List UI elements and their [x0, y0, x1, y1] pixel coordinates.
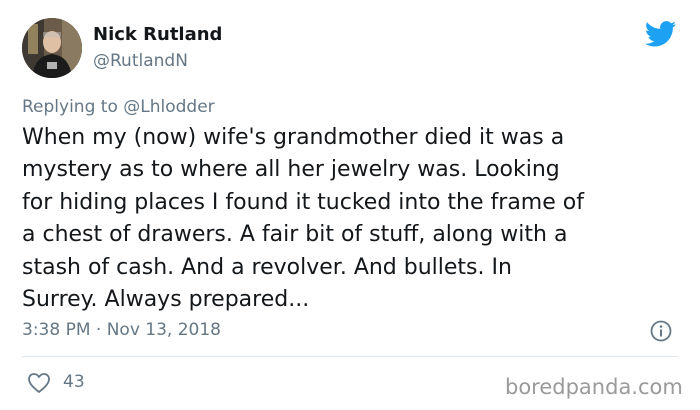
tweet-text: When my (now) wife's grandmother died it… — [22, 125, 584, 313]
like-count: 43 — [63, 372, 85, 392]
tweet-timestamp[interactable]: 3:38 PM · Nov 13, 2018 — [22, 320, 221, 340]
info-icon[interactable] — [650, 320, 672, 342]
twitter-bird-icon[interactable] — [645, 21, 677, 47]
reply-prefix: Replying to — [22, 97, 118, 117]
reply-mention-link[interactable]: @Lhlodder — [123, 97, 214, 117]
avatar[interactable] — [22, 18, 82, 78]
tweet-card: Nick Rutland @RutlandN Replying to @Lhlo… — [0, 0, 700, 410]
watermark: boredpanda.com — [505, 375, 683, 399]
author-display-name[interactable]: Nick Rutland — [93, 24, 222, 45]
reply-context: Replying to @Lhlodder — [22, 97, 215, 117]
divider — [22, 356, 678, 357]
profile-photo-icon — [22, 18, 82, 78]
heart-icon[interactable] — [27, 372, 51, 394]
author-handle[interactable]: @RutlandN — [93, 51, 188, 71]
